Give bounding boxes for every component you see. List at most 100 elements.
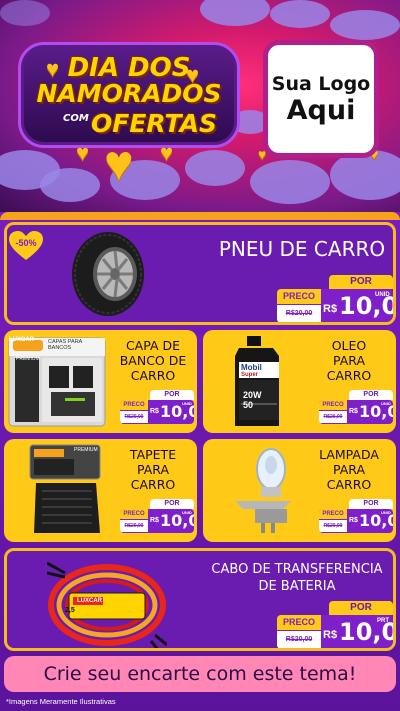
cloud-decoration — [250, 160, 330, 204]
price-tag: POR PRECO R$20,00 R$ 10,00 UNID — [120, 499, 194, 533]
price-preco-label: PRECO — [120, 400, 148, 410]
cloud-decoration — [0, 0, 50, 26]
product-name-line: PARA — [332, 462, 366, 477]
oil-brand-sub: Super — [241, 372, 259, 378]
price-por-label: POR — [329, 275, 393, 289]
title-line-2: NAMORADOS — [36, 79, 222, 108]
product-name-line: DE BATERIA — [258, 579, 336, 594]
cable-size: 2,5 — [65, 607, 75, 614]
price-box: PRECO R$20,00 R$ 10,00 UNID — [319, 400, 393, 424]
heart-icon: ♥ — [160, 140, 174, 165]
oil-grade: 20W — [243, 390, 262, 400]
product-name-line: TAPETE — [129, 447, 177, 462]
price-unit: UNID — [182, 401, 192, 406]
price-tag: POR PRECO R$20,00 R$ 10,00 UNID — [319, 499, 393, 533]
product-name: LAMPADA PARA CARRO — [303, 447, 395, 492]
mat-premium: PREMIUM — [74, 447, 98, 453]
cloud-decoration — [40, 168, 100, 202]
heart-icon: ♥ — [186, 62, 200, 87]
price-currency: R$ — [323, 303, 338, 315]
price-tag: POR PRECO R$20,00 R$ 10,00 PRT — [277, 601, 393, 648]
product-card-jumper-cable: LUXCAR 2,5 CABO DE TRANSFERENCIA DE BATE… — [4, 548, 396, 651]
price-box: PRECO R$20,00 R$ 10,00 UNID — [120, 400, 194, 424]
title-com: COM — [63, 113, 89, 124]
product-card-oil: Mobil Super 20W 50 OLEO PARA CARRO POR P… — [203, 330, 396, 433]
featured-product-name: PNEU DE CARRO — [218, 237, 386, 261]
price-preco-label: PRECO — [120, 509, 148, 519]
price-box: PRECO R$20,00 R$ 10,00 UNID — [277, 289, 393, 322]
oil-bottle-image — [235, 336, 279, 426]
product-name-line: CAPA DE — [125, 338, 181, 353]
old-price: R$20,00 — [120, 520, 148, 532]
product-name: OLEO PARA CARRO — [303, 338, 395, 383]
footnote: *Imagens Meramente Ilustrativas — [6, 697, 116, 706]
product-name-line: BANCO DE — [119, 353, 187, 368]
product-name-line: PARA — [332, 353, 366, 368]
old-price: R$20,00 — [319, 411, 347, 423]
oil-brand: Mobil — [241, 363, 262, 372]
price-por-label: POR — [349, 499, 393, 509]
seat-premium: PREMIUM — [16, 356, 40, 362]
logo-text-line2: Aqui — [286, 94, 356, 126]
cloud-decoration — [270, 0, 330, 28]
product-card-lamp: LAMPADA PARA CARRO POR PRECO R$20,00 R$ … — [203, 439, 396, 542]
product-card-seat-cover: LUXCAR CAPAS PARA BANCOS PREMIUM CAPA DE… — [4, 330, 197, 433]
price-currency: R$ — [150, 517, 159, 524]
discount-text: -50% — [15, 238, 37, 248]
featured-product-card: PNEU DE CARRO POR PRECO R$20,00 R$ 10,00… — [4, 222, 396, 325]
price-tag: POR PRECO R$20,00 R$ 10,00 UNID — [120, 390, 194, 424]
cloud-decoration — [200, 0, 270, 26]
price-box: PRECO R$20,00 R$ 10,00 UNID — [319, 509, 393, 533]
heart-icon: ♥ — [76, 140, 90, 165]
price-unit: UNID — [375, 292, 390, 298]
floor-mat-image — [29, 444, 101, 533]
product-name-line: LAMPADA — [319, 447, 379, 462]
tire-image — [72, 232, 144, 316]
product-name-line: CARRO — [130, 477, 176, 492]
jumper-cable-image — [47, 561, 167, 648]
price-unit: UNID — [381, 510, 391, 515]
price-currency: R$ — [349, 408, 358, 415]
product-name-line: CARRO — [130, 368, 176, 383]
product-name: CABO DE TRANSFERENCIA DE BATERIA — [197, 561, 393, 595]
price-unit: UNID — [381, 401, 391, 406]
product-name-line: PARA — [136, 462, 170, 477]
lamp-image — [235, 448, 291, 533]
cable-brand: LUXCAR — [77, 598, 102, 604]
price-currency: R$ — [349, 517, 358, 524]
logo-text-line1: Sua Logo — [271, 72, 371, 95]
product-name-line: CARRO — [326, 368, 372, 383]
oil-grade-2: 50 — [243, 400, 254, 410]
price-por-label: POR — [150, 499, 194, 509]
cta-banner[interactable]: Crie seu encarte com este tema! — [4, 656, 396, 692]
product-card-floor-mat: PREMIUM TAPETE PARA CARRO POR PRECO R$20… — [4, 439, 197, 542]
product-name-line: CABO DE TRANSFERENCIA — [211, 562, 383, 577]
cloud-decoration — [330, 10, 400, 40]
price-preco-label: PRECO — [277, 615, 321, 630]
price-box: PRECO R$20,00 R$ 10,00 PRT — [277, 615, 393, 648]
price-currency: R$ — [323, 629, 338, 641]
product-name-line: CARRO — [326, 477, 372, 492]
product-name: CAPA DE BANCO DE CARRO — [110, 338, 196, 383]
old-price: R$20,00 — [319, 520, 347, 532]
logo-placeholder: Sua Logo Aqui — [263, 40, 379, 158]
old-price: R$20,00 — [277, 305, 321, 322]
product-name-line: OLEO — [331, 338, 367, 353]
cloud-decoration — [185, 150, 245, 186]
price-unit: UNID — [182, 510, 192, 515]
price-preco-label: PRECO — [319, 509, 347, 519]
price-preco-label: PRECO — [277, 289, 321, 304]
price-box: PRECO R$20,00 R$ 10,00 UNID — [120, 509, 194, 533]
featured-price-tag: POR PRECO R$20,00 R$ 10,00 UNID — [277, 275, 393, 322]
price-tag: POR PRECO R$20,00 R$ 10,00 UNID — [319, 390, 393, 424]
old-price: R$20,00 — [277, 631, 321, 648]
price-preco-label: PRECO — [319, 400, 347, 410]
price-por-label: POR — [349, 390, 393, 400]
hero-banner: DIA DOS NAMORADOS OFERTAS COM ♥ ♥ ♥ ♥ ♥ … — [0, 0, 400, 212]
old-price: R$20,00 — [120, 411, 148, 423]
heart-icon: ♥ — [46, 56, 60, 81]
price-currency: R$ — [150, 408, 159, 415]
product-name: TAPETE PARA CARRO — [110, 447, 196, 492]
price-unit: PRT — [377, 618, 389, 624]
price-por-label: POR — [329, 601, 393, 615]
